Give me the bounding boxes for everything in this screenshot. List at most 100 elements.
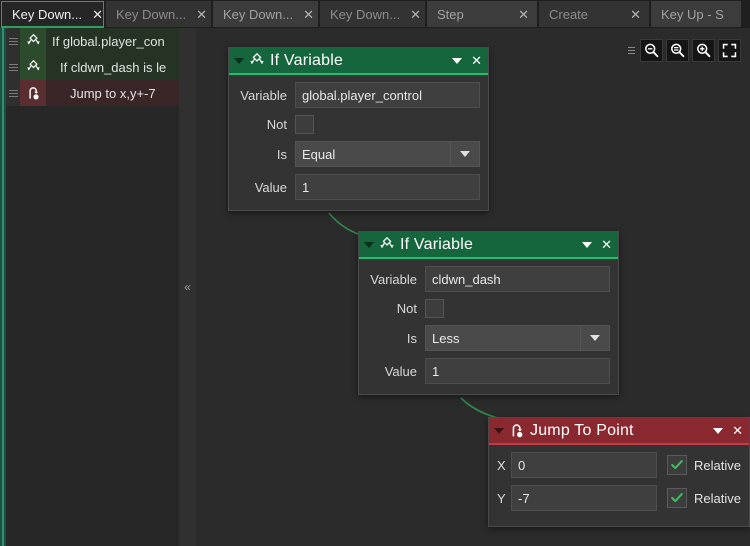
- node-if-variable-1[interactable]: If Variable ✕ Variable global.player_con…: [228, 47, 489, 211]
- tree-item-label: If global.player_con: [52, 33, 165, 49]
- if-variable-icon: [20, 28, 46, 54]
- if-variable-icon: [248, 52, 266, 70]
- tab-close-icon[interactable]: ✕: [400, 8, 421, 21]
- tree-item-label: If cldwn_dash is le: [60, 59, 167, 75]
- x-input[interactable]: 0: [511, 452, 658, 478]
- chevron-down-icon[interactable]: [451, 141, 480, 167]
- field-row-value: Value 1: [367, 358, 610, 384]
- node-jump-to-point[interactable]: Jump To Point ✕ X 0 Relative Y -7 Relati…: [488, 417, 750, 527]
- is-label: Is: [276, 146, 287, 162]
- tab-bar: Key Down... ✕ Key Down... ✕ Key Down... …: [0, 0, 750, 28]
- tab-label: Key Down...: [12, 6, 83, 22]
- toolbar-drag-handle-icon[interactable]: [628, 41, 637, 60]
- node-menu-caret-icon[interactable]: [452, 57, 463, 64]
- fit-to-screen-icon[interactable]: [718, 39, 741, 62]
- node-title: Jump To Point: [530, 421, 634, 439]
- tab-label: Key Up - S: [661, 6, 724, 22]
- tab-key-up-s[interactable]: Key Up - S: [651, 1, 741, 27]
- node-close-icon[interactable]: ✕: [601, 238, 612, 251]
- tab-label: Step: [437, 6, 464, 22]
- not-label: Not: [266, 117, 287, 132]
- field-row-not: Not: [367, 299, 610, 318]
- y-relative-checkbox[interactable]: [667, 488, 688, 508]
- tab-label: Key Down...: [330, 6, 401, 22]
- tab-close-icon[interactable]: ✕: [82, 8, 103, 21]
- if-variable-icon: [378, 236, 396, 254]
- tab-key-down-1[interactable]: Key Down... ✕: [1, 1, 104, 28]
- zoom-out-icon[interactable]: [640, 39, 663, 62]
- node-graph-canvas[interactable]: If Variable ✕ Variable global.player_con…: [196, 28, 750, 546]
- node-header[interactable]: If Variable ✕: [229, 48, 488, 75]
- tab-step[interactable]: Step ✕: [427, 1, 537, 27]
- value-label: Value: [254, 179, 287, 195]
- node-title: If Variable: [400, 235, 474, 253]
- tab-close-icon[interactable]: ✕: [508, 8, 529, 21]
- field-row-value: Value 1: [237, 174, 480, 200]
- node-collapse-triangle-icon[interactable]: [234, 57, 244, 64]
- tab-close-icon[interactable]: ✕: [186, 8, 207, 21]
- node-body: Variable cldwn_dash Not Is Less Value 1: [359, 259, 618, 394]
- node-header[interactable]: Jump To Point ✕: [489, 418, 749, 445]
- node-menu-caret-icon[interactable]: [582, 241, 593, 248]
- not-checkbox[interactable]: [295, 115, 314, 134]
- chevron-down-icon[interactable]: [581, 325, 610, 351]
- node-header[interactable]: If Variable ✕: [359, 232, 618, 259]
- y-label: Y: [497, 490, 506, 506]
- tree-item-if-cldwn-dash[interactable]: If cldwn_dash is le: [6, 54, 185, 80]
- drag-handle-icon[interactable]: [6, 28, 20, 54]
- node-title: If Variable: [270, 51, 344, 69]
- field-row-is: Is Equal: [237, 141, 480, 167]
- tab-close-icon[interactable]: ✕: [620, 8, 641, 21]
- tree-item-jump-to-point[interactable]: Jump to x,y+-7: [6, 80, 185, 106]
- sidebar-collapse-handle[interactable]: «: [179, 28, 196, 546]
- tree-item-if-global-player-control[interactable]: If global.player_con: [6, 28, 185, 54]
- y-relative-label: Relative: [694, 490, 741, 506]
- chevron-left-double-icon: «: [184, 280, 191, 294]
- node-menu-caret-icon[interactable]: [713, 427, 724, 434]
- tab-close-icon[interactable]: ✕: [293, 8, 314, 21]
- tab-label: Create: [549, 6, 589, 22]
- tab-key-down-3[interactable]: Key Down... ✕: [213, 1, 318, 27]
- x-relative-label: Relative: [694, 457, 741, 473]
- tree-item-label: Jump to x,y+-7: [70, 85, 156, 101]
- variable-input[interactable]: cldwn_dash: [425, 266, 610, 292]
- value-input[interactable]: 1: [295, 174, 480, 200]
- zoom-in-icon[interactable]: [692, 39, 715, 62]
- drag-handle-icon[interactable]: [6, 80, 20, 106]
- x-label: X: [497, 457, 506, 473]
- value-input[interactable]: 1: [425, 358, 610, 384]
- node-body: X 0 Relative Y -7 Relative: [489, 445, 749, 526]
- not-checkbox[interactable]: [425, 299, 444, 318]
- is-select[interactable]: Less: [425, 325, 581, 351]
- not-label: Not: [396, 301, 417, 316]
- is-label: Is: [406, 330, 417, 346]
- tab-key-down-4[interactable]: Key Down... ✕: [320, 1, 425, 27]
- zoom-toolbar: [628, 38, 741, 63]
- node-close-icon[interactable]: ✕: [471, 54, 482, 67]
- tab-label: Key Down...: [223, 6, 294, 22]
- tab-create[interactable]: Create ✕: [539, 1, 649, 27]
- x-relative-checkbox[interactable]: [667, 455, 688, 475]
- if-variable-icon: [20, 54, 46, 80]
- node-collapse-triangle-icon[interactable]: [364, 241, 374, 248]
- field-row-is: Is Less: [367, 325, 610, 351]
- drag-handle-icon[interactable]: [6, 54, 20, 80]
- is-select-wrapper: Equal: [295, 141, 480, 167]
- variable-input[interactable]: global.player_control: [295, 82, 480, 108]
- node-collapse-triangle-icon[interactable]: [494, 427, 504, 434]
- field-row-y: Y -7 Relative: [497, 485, 741, 511]
- node-close-icon[interactable]: ✕: [732, 424, 743, 437]
- is-select[interactable]: Equal: [295, 141, 451, 167]
- event-action-tree: If global.player_con If cldwn_dash is le…: [6, 28, 185, 546]
- jump-to-point-icon: [20, 80, 46, 106]
- value-label: Value: [384, 363, 417, 379]
- field-row-not: Not: [237, 115, 480, 134]
- node-if-variable-2[interactable]: If Variable ✕ Variable cldwn_dash Not Is…: [358, 231, 619, 395]
- field-row-x: X 0 Relative: [497, 452, 741, 478]
- jump-to-point-icon: [508, 422, 526, 440]
- tab-key-down-2[interactable]: Key Down... ✕: [106, 1, 211, 27]
- field-row-variable: Variable global.player_control: [237, 82, 480, 108]
- zoom-reset-icon[interactable]: [666, 39, 689, 62]
- y-input[interactable]: -7: [511, 485, 658, 511]
- tab-label: Key Down...: [116, 6, 187, 22]
